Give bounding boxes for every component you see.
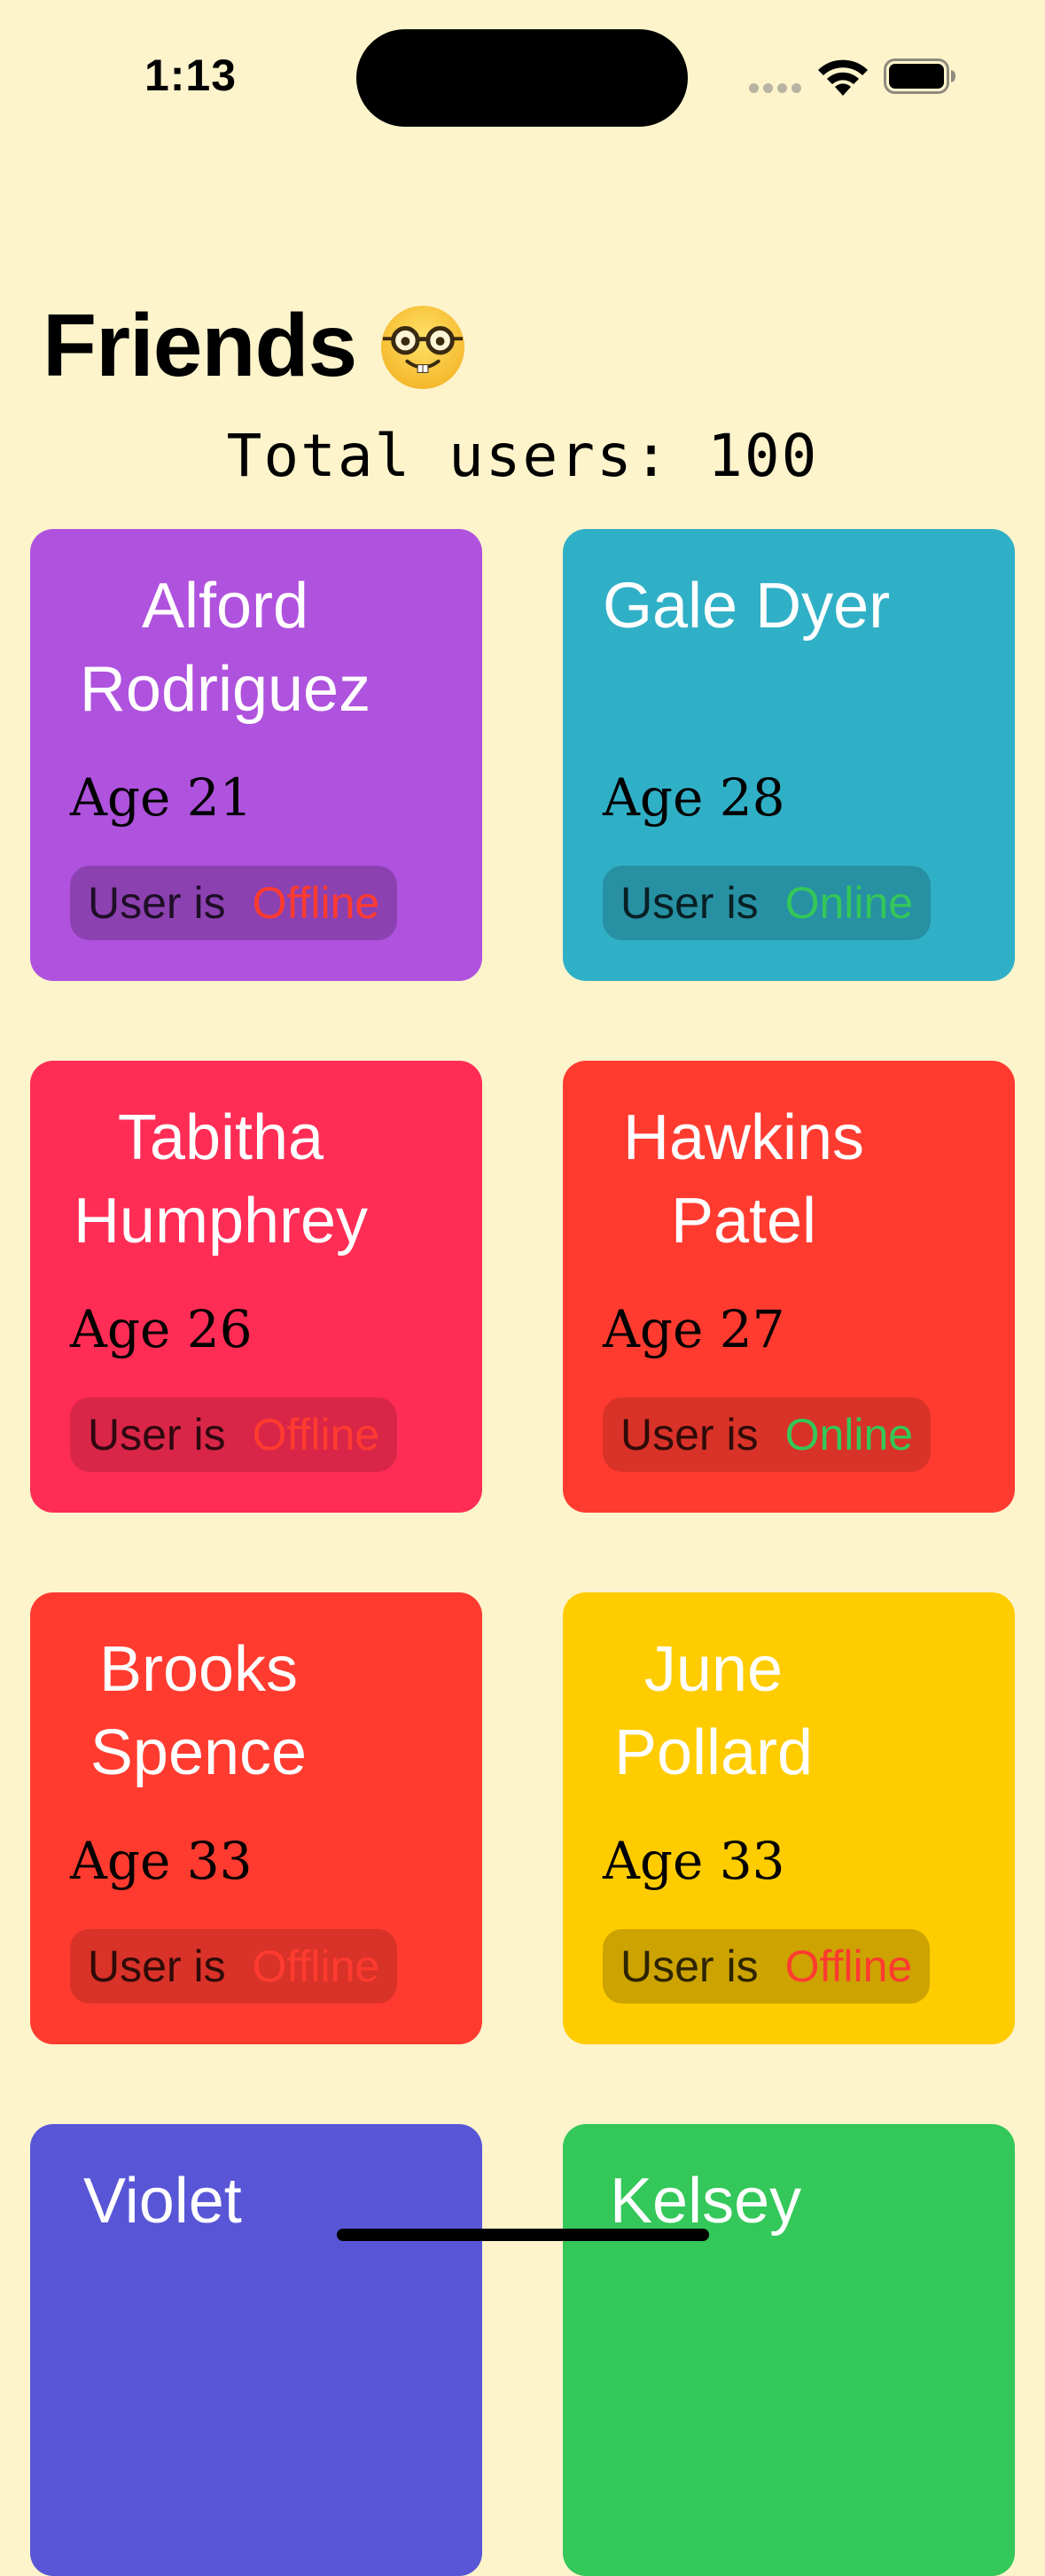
friend-card[interactable]: Alford Rodriguez Age 21 User is Offline [30, 529, 482, 981]
status-prefix: User is [620, 1410, 759, 1459]
friend-name-text: Alford Rodriguez [79, 571, 371, 725]
friend-name-text: Tabitha Humphrey [73, 1102, 369, 1257]
friend-name: Alford Rodriguez [30, 564, 420, 731]
status-pill: User is Online [603, 866, 932, 940]
friend-name-text: Violet [83, 2166, 242, 2237]
friend-card[interactable]: Hawkins Patel Age 27 User is Online [563, 1061, 1015, 1513]
status-prefix: User is [88, 878, 226, 928]
friend-name: June Pollard [563, 1628, 864, 1794]
status-prefix: User is [620, 1942, 759, 1991]
friend-name-text: Brooks Spence [90, 1634, 308, 1788]
friend-name: Hawkins Patel [563, 1096, 917, 1263]
friend-card[interactable]: June Pollard Age 33 User is Offline [563, 1592, 1015, 2044]
friends-grid: Alford Rodriguez Age 21 User is Offline … [0, 0, 1045, 2576]
friend-card[interactable]: Tabitha Humphrey Age 26 User is Offline [30, 1061, 482, 1513]
friend-name-text: Hawkins Patel [622, 1102, 865, 1257]
status-value: Offline [252, 878, 380, 928]
friend-card[interactable]: Kelsey [563, 2124, 1015, 2576]
friend-age: Age 33 [603, 1831, 785, 1891]
friend-age: Age 21 [70, 767, 253, 828]
status-prefix: User is [88, 1942, 226, 1991]
status-value: Offline [252, 1410, 380, 1459]
status-pill: User is Offline [70, 1929, 398, 2004]
status-value: Offline [784, 1942, 913, 1991]
status-prefix: User is [88, 1410, 226, 1459]
status-pill: User is Online [603, 1397, 932, 1472]
friend-name-text: June Pollard [613, 1634, 814, 1788]
friend-age: Age 26 [70, 1299, 253, 1359]
friend-age: Age 28 [603, 767, 785, 828]
friend-age: Age 33 [70, 1831, 253, 1891]
status-pill: User is Offline [70, 866, 398, 940]
home-indicator[interactable] [337, 2229, 709, 2241]
status-value: Online [784, 878, 914, 928]
friend-age: Age 27 [603, 1299, 785, 1359]
status-prefix: User is [620, 878, 759, 928]
friend-name-text: Gale Dyer [603, 571, 891, 642]
friend-name: Tabitha Humphrey [30, 1096, 411, 1263]
friend-name: Gale Dyer [563, 564, 1006, 648]
status-pill: User is Offline [603, 1929, 931, 2004]
status-value: Offline [252, 1942, 380, 1991]
friend-card[interactable]: Brooks Spence Age 33 User is Offline [30, 1592, 482, 2044]
friend-card[interactable]: Gale Dyer Age 28 User is Online [563, 529, 1015, 981]
status-pill: User is Offline [70, 1397, 398, 1472]
status-value: Online [784, 1410, 914, 1459]
friend-card[interactable]: Violet [30, 2124, 482, 2576]
friend-name: Brooks Spence [30, 1628, 367, 1794]
